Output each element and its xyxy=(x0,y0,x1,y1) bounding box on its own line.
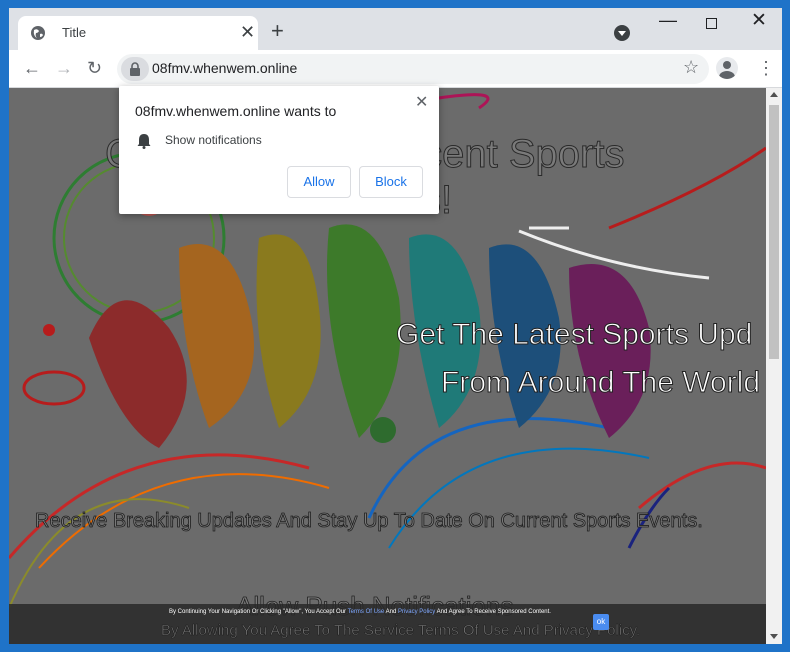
consent-bar: By Continuing Your Navigation Or Clickin… xyxy=(9,604,766,644)
close-window-button[interactable]: ✕ xyxy=(751,11,767,30)
agree-terms-text: By Allowing You Agree To The Service Ter… xyxy=(161,622,641,640)
allow-button[interactable]: Allow xyxy=(287,166,351,198)
tab-search-icon[interactable] xyxy=(614,25,630,41)
reload-button[interactable]: ↻ xyxy=(87,58,102,78)
bell-icon xyxy=(137,134,151,149)
forward-button[interactable]: → xyxy=(55,58,73,78)
browser-window: Title ✕ + — ✕ ← → ↻ 08fmv.whenwem.online… xyxy=(9,8,782,644)
address-bar[interactable]: 08fmv.whenwem.online ☆ xyxy=(117,54,709,84)
scroll-down-icon[interactable] xyxy=(770,634,778,639)
site-info-button[interactable] xyxy=(121,57,149,81)
globe-icon xyxy=(31,26,45,40)
permission-label: Show notifications xyxy=(165,133,262,147)
consent-ok-button[interactable]: ok xyxy=(593,614,609,630)
subheadline-line2: From Around The World xyxy=(440,366,761,400)
url-text: 08fmv.whenwem.online xyxy=(152,60,298,76)
scroll-up-icon[interactable] xyxy=(770,92,778,97)
subheadline-line1: Get The Latest Sports Upd xyxy=(395,318,753,352)
popup-title: 08fmv.whenwem.online wants to xyxy=(135,103,337,119)
minimize-button[interactable]: — xyxy=(659,11,677,29)
back-button[interactable]: ← xyxy=(23,58,41,78)
privacy-policy-link[interactable]: Privacy Policy xyxy=(398,609,435,615)
new-tab-button[interactable]: + xyxy=(271,20,284,42)
bookmark-star-icon[interactable]: ☆ xyxy=(683,57,699,78)
popup-close-icon[interactable]: ✕ xyxy=(415,92,428,112)
terms-of-use-link[interactable]: Terms Of Use xyxy=(348,609,385,615)
profile-avatar-icon[interactable] xyxy=(716,57,738,79)
receive-updates-text: Receive Breaking Updates And Stay Up To … xyxy=(35,510,704,533)
tab-title: Title xyxy=(62,25,87,40)
block-button[interactable]: Block xyxy=(359,166,423,198)
tab-close-icon[interactable]: ✕ xyxy=(240,22,255,42)
maximize-button[interactable] xyxy=(706,18,717,29)
menu-kebab-icon[interactable]: ⋮ xyxy=(757,59,775,77)
browser-tab[interactable]: Title ✕ xyxy=(18,16,258,50)
notification-permission-popup: 08fmv.whenwem.online wants to ✕ Show not… xyxy=(119,86,439,214)
browser-toolbar: ← → ↻ 08fmv.whenwem.online ☆ ⋮ xyxy=(9,50,782,88)
tab-strip: Title ✕ + — ✕ xyxy=(9,8,782,50)
lock-icon xyxy=(130,62,140,76)
consent-disclaimer: By Continuing Your Navigation Or Clickin… xyxy=(169,609,551,615)
scroll-thumb[interactable] xyxy=(769,105,779,359)
page-scrollbar[interactable] xyxy=(766,88,782,644)
